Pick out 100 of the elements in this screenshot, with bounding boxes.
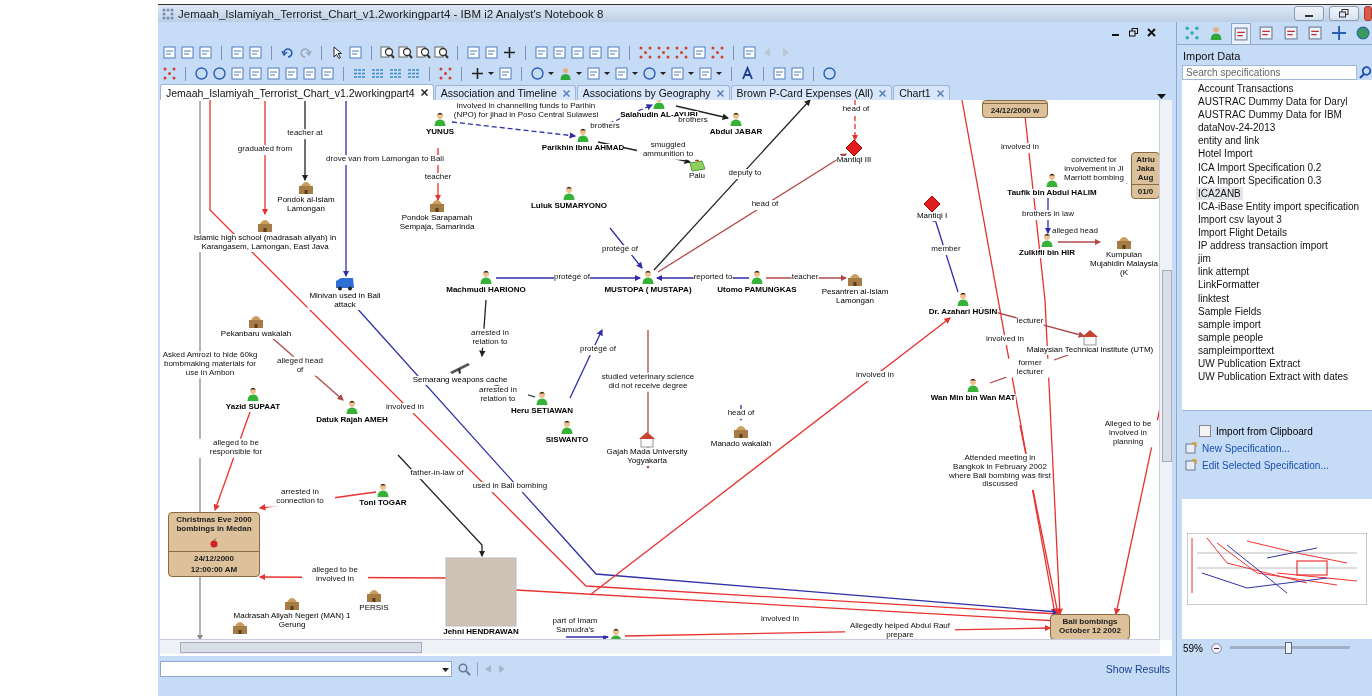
event-frame[interactable]: Atriu Jaka Aug 01/0 [1131, 152, 1160, 199]
building-icon[interactable] [299, 182, 313, 194]
font-icon[interactable] [740, 66, 755, 81]
close-icon[interactable] [420, 89, 428, 96]
chart-tab[interactable]: Jemaah_Islamiyah_Terrorist_Chart_v1.2workingpart4 [160, 84, 434, 100]
vertical-scrollbar[interactable] [1159, 100, 1172, 640]
close-icon[interactable] [1147, 27, 1156, 37]
circle-icon[interactable] [530, 66, 545, 81]
rifle-icon[interactable] [450, 363, 470, 374]
person-icon[interactable] [536, 391, 548, 405]
person-icon[interactable] [730, 112, 742, 126]
building-icon[interactable] [734, 426, 748, 438]
building-icon[interactable] [1117, 237, 1131, 249]
zoom-slider-thumb[interactable] [1284, 642, 1292, 654]
bars-icon[interactable] [352, 66, 367, 81]
building-icon[interactable] [249, 316, 263, 328]
specification-item[interactable]: AUSTRAC Dummy Data for IBM [1196, 108, 1344, 122]
network-icon[interactable] [656, 45, 671, 60]
specification-item[interactable]: dataNov-24-2013 [1196, 121, 1278, 135]
zoom-page-icon[interactable] [434, 45, 449, 60]
move-icon[interactable] [1329, 23, 1348, 43]
specification-item[interactable]: linktest [1196, 291, 1232, 305]
zoom-out-icon[interactable] [1211, 642, 1222, 654]
specification-item[interactable]: ICA-iBase Entity import specification [1196, 199, 1362, 213]
pattern-icon[interactable] [710, 45, 725, 60]
zoom-in-icon[interactable] [380, 45, 395, 60]
specification-item[interactable]: Sample Fields [1196, 304, 1264, 318]
person-icon[interactable] [1041, 233, 1053, 247]
search-icon[interactable] [458, 662, 471, 676]
building-icon[interactable] [430, 200, 444, 212]
network-icon[interactable] [162, 66, 177, 81]
person-icon[interactable] [480, 270, 492, 284]
building-icon[interactable] [233, 622, 247, 634]
building-icon[interactable] [367, 590, 381, 602]
restore-icon[interactable] [1129, 27, 1138, 37]
chart-tab[interactable]: Brown P-Card Expenses (All) [730, 85, 893, 100]
list-icon[interactable] [406, 66, 421, 81]
specification-item[interactable]: ICA Import Specification 0.3 [1196, 173, 1324, 187]
specification-item[interactable]: AUSTRAC Dummy Data for Daryl [1196, 95, 1350, 109]
person-icon[interactable] [577, 128, 589, 142]
specification-item[interactable]: Import csv layout 3 [1196, 212, 1284, 227]
search-field[interactable]: Search specifications [1182, 65, 1357, 80]
building-icon[interactable] [848, 274, 862, 286]
minimize-button[interactable] [1294, 6, 1324, 21]
action-link[interactable]: Edit Selected Specification... [1202, 459, 1329, 471]
building-icon[interactable] [258, 220, 272, 232]
plus-icon[interactable] [470, 66, 485, 81]
person-icon[interactable] [751, 270, 763, 284]
specification-item[interactable]: sampleimporttext [1196, 343, 1277, 357]
bars-icon[interactable] [370, 66, 385, 81]
building-icon[interactable] [285, 598, 299, 610]
specification-item[interactable]: entity and link [1196, 134, 1262, 148]
house-icon[interactable] [639, 432, 655, 448]
circle-icon[interactable] [194, 66, 209, 81]
zoom-out-icon[interactable] [398, 45, 413, 60]
specification-item[interactable]: UW Publication Extract [1196, 356, 1303, 371]
person-icon[interactable] [434, 112, 446, 126]
bars-icon[interactable] [388, 66, 403, 81]
person-icon[interactable] [247, 387, 259, 401]
chart-tab[interactable]: Chart1 [893, 85, 950, 100]
specification-item[interactable]: sample people [1196, 330, 1266, 344]
specification-item[interactable]: jim [1196, 252, 1213, 266]
person-icon[interactable] [642, 270, 654, 284]
person-icon[interactable] [967, 378, 979, 392]
dots-icon[interactable] [438, 66, 453, 81]
person-icon[interactable] [653, 100, 665, 109]
pointer-icon[interactable] [330, 45, 345, 60]
specification-item[interactable]: Hotel Import [1196, 147, 1255, 161]
zoom-fit-icon[interactable] [416, 45, 431, 60]
specification-item[interactable]: UW Publication Extract with dates [1196, 370, 1351, 384]
person-icon[interactable] [957, 292, 969, 306]
event-frame[interactable]: Christmas Eve 2000 bombings in Medan 24/12/2000 12:00:00 AM [168, 512, 260, 577]
restore-button[interactable] [1329, 6, 1359, 21]
specification-item[interactable]: Account Transactions [1196, 82, 1296, 96]
person-icon[interactable] [1046, 173, 1058, 187]
specification-item[interactable]: link attempt [1196, 265, 1252, 279]
search-icon[interactable] [1359, 66, 1372, 79]
show-results-link[interactable]: Show Results [1105, 663, 1170, 675]
horizontal-scrollbar[interactable] [160, 639, 1160, 654]
specification-item[interactable]: LinkFormatter [1196, 278, 1262, 292]
network-icon[interactable] [638, 45, 653, 60]
specification-item[interactable]: ICA Import Specification 0.2 [1196, 160, 1324, 174]
van-icon[interactable] [336, 278, 354, 291]
person-icon[interactable] [377, 483, 389, 497]
person-icon[interactable] [563, 186, 575, 200]
specification-item[interactable]: sample import [1196, 317, 1263, 331]
diamond-icon[interactable] [923, 195, 941, 213]
checkbox[interactable] [1199, 425, 1211, 437]
event-frame[interactable]: Bali bombings October 12 2002 [1050, 614, 1130, 640]
specification-item[interactable]: Import Flight Details [1196, 226, 1289, 240]
person-icon[interactable] [561, 420, 573, 434]
ellipse-icon[interactable] [642, 66, 657, 81]
action-link[interactable]: New Specification... [1202, 442, 1290, 454]
chart-tab[interactable]: Association and Timeline [434, 85, 576, 100]
person-icon[interactable] [346, 400, 358, 414]
network-icon[interactable] [674, 45, 689, 60]
undo-icon[interactable] [280, 45, 295, 60]
chart-tab[interactable]: Associations by Geography [576, 85, 730, 100]
house-icon[interactable] [1082, 330, 1098, 346]
close-button[interactable] [1364, 6, 1372, 21]
